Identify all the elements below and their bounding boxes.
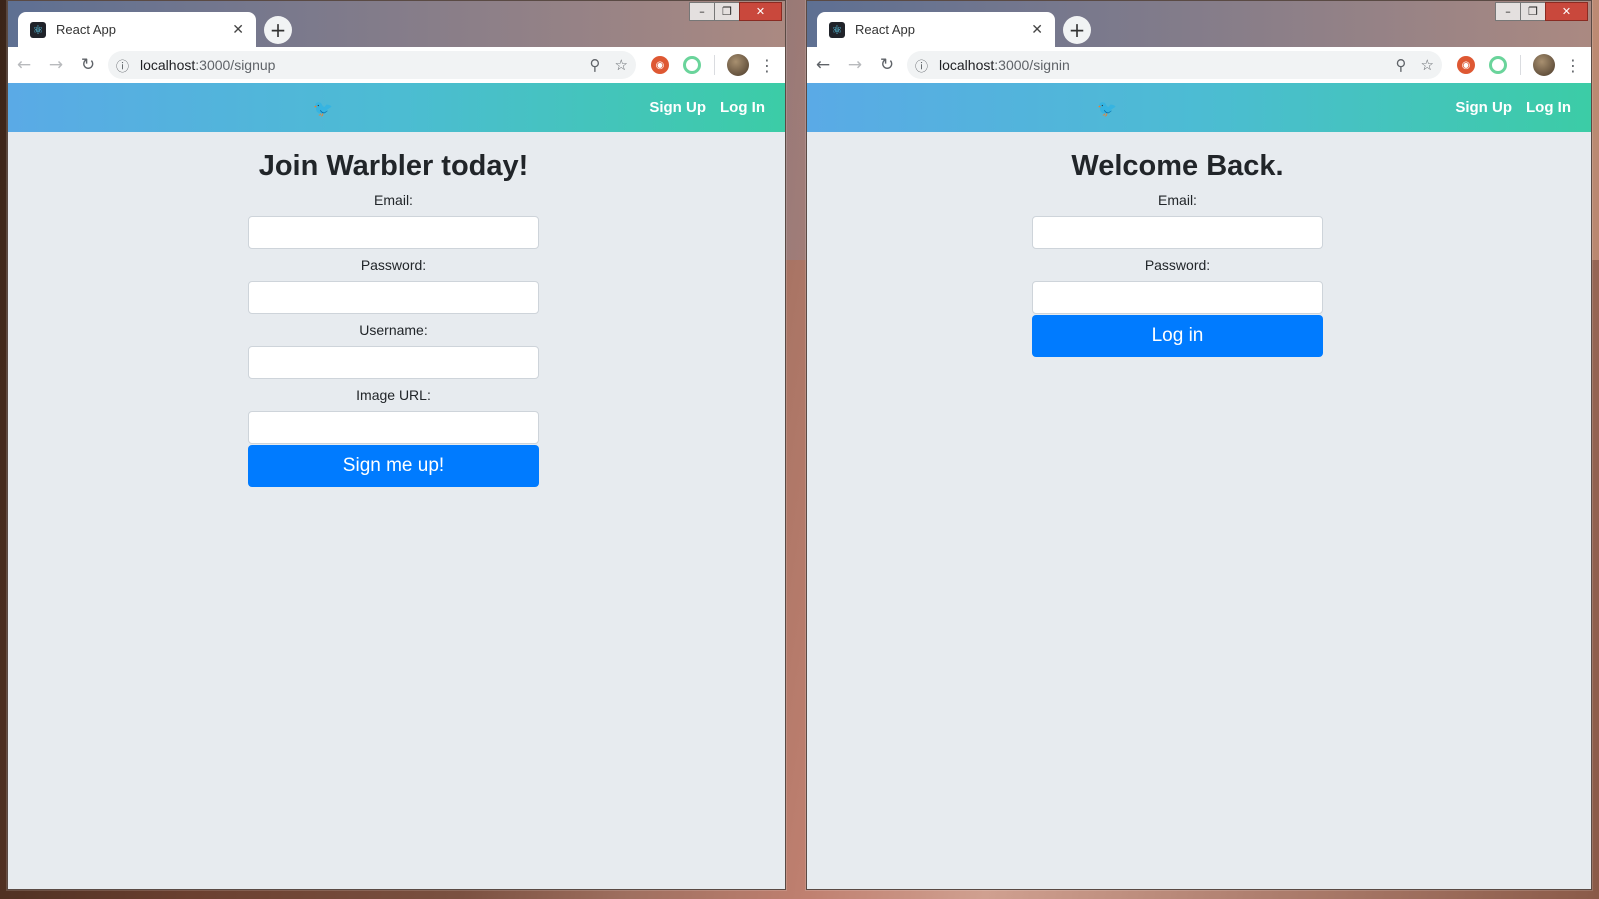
forward-arrow-icon[interactable]: → <box>839 49 871 81</box>
email-field[interactable] <box>248 216 539 249</box>
nav-signup-link[interactable]: Sign Up <box>1455 99 1512 116</box>
reload-icon[interactable]: ↻ <box>72 49 104 81</box>
toolbar-divider <box>714 55 715 75</box>
email-label: Email: <box>1158 192 1197 208</box>
browser-window-signup: ⚛ React App ✕ + – ❐ ✕ ← → ↻ ⓘ localhost:… <box>7 0 786 890</box>
extension-icon[interactable] <box>683 56 701 74</box>
tab-title: React App <box>56 22 116 37</box>
react-favicon-icon: ⚛ <box>30 21 46 38</box>
nav-signup-link[interactable]: Sign Up <box>649 99 706 116</box>
signup-button[interactable]: Sign me up! <box>248 445 539 487</box>
duckduckgo-extension-icon[interactable]: ◉ <box>1457 56 1475 74</box>
window-controls: – ❐ ✕ <box>689 2 782 21</box>
zoom-icon[interactable]: ⚲ <box>1396 56 1407 74</box>
close-window-button[interactable]: ✕ <box>739 2 782 21</box>
star-icon[interactable]: ☆ <box>1421 56 1434 74</box>
browser-tab[interactable]: ⚛ React App ✕ <box>817 12 1055 47</box>
minimize-button[interactable]: – <box>689 2 715 21</box>
profile-avatar[interactable] <box>1533 54 1555 76</box>
close-window-button[interactable]: ✕ <box>1545 2 1588 21</box>
url-text[interactable]: localhost:3000/signin <box>939 57 1382 73</box>
browser-window-signin: ⚛ React App ✕ + – ❐ ✕ ← → ↻ ⓘ localhost:… <box>806 0 1592 890</box>
page-viewport: 🐦 Sign Up Log In Welcome Back. Email: Pa… <box>807 83 1591 889</box>
browser-tab[interactable]: ⚛ React App ✕ <box>18 12 256 47</box>
nav-login-link[interactable]: Log In <box>720 99 765 116</box>
password-label: Password: <box>360 257 427 273</box>
app-navbar: 🐦 Sign Up Log In <box>8 83 785 132</box>
maximize-button[interactable]: ❐ <box>1520 2 1546 21</box>
url-text[interactable]: localhost:3000/signup <box>140 57 576 73</box>
form-heading: Join Warbler today! <box>258 150 529 182</box>
info-icon[interactable]: ⓘ <box>915 56 935 75</box>
tab-close-icon[interactable]: ✕ <box>1031 22 1043 38</box>
extension-icon[interactable] <box>1489 56 1507 74</box>
back-arrow-icon[interactable]: ← <box>807 49 839 81</box>
warbler-logo-icon[interactable]: 🐦 <box>1097 99 1117 118</box>
warbler-logo-icon[interactable]: 🐦 <box>313 99 333 118</box>
kebab-menu-icon[interactable]: ⋮ <box>755 56 779 75</box>
signup-form: Join Warbler today! Email: Password: Use… <box>248 148 539 487</box>
nav-links: Sign Up Log In <box>1455 99 1571 116</box>
maximize-button[interactable]: ❐ <box>714 2 740 21</box>
title-bar: ⚛ React App ✕ + – ❐ ✕ <box>807 1 1591 47</box>
react-favicon-icon: ⚛ <box>829 21 845 38</box>
star-icon[interactable]: ☆ <box>615 56 628 74</box>
profile-avatar[interactable] <box>727 54 749 76</box>
form-heading: Welcome Back. <box>1071 150 1284 182</box>
username-field[interactable] <box>248 346 539 379</box>
tab-title: React App <box>855 22 915 37</box>
password-label: Password: <box>1144 257 1211 273</box>
browser-toolbar: ← → ↻ ⓘ localhost:3000/signup ⚲ ☆ ◉ ⋮ <box>8 47 785 83</box>
email-field[interactable] <box>1032 216 1323 249</box>
new-tab-button[interactable]: + <box>1063 16 1091 44</box>
address-bar[interactable]: ⓘ localhost:3000/signin ⚲ ☆ <box>907 51 1442 79</box>
minimize-button[interactable]: – <box>1495 2 1521 21</box>
toolbar-divider <box>1520 55 1521 75</box>
login-button[interactable]: Log in <box>1032 315 1323 357</box>
zoom-icon[interactable]: ⚲ <box>590 56 601 74</box>
signin-form: Welcome Back. Email: Password: Log in <box>1032 148 1323 357</box>
nav-links: Sign Up Log In <box>649 99 765 116</box>
username-label: Username: <box>359 322 428 338</box>
app-navbar: 🐦 Sign Up Log In <box>807 83 1591 132</box>
back-arrow-icon[interactable]: ← <box>8 49 40 81</box>
info-icon[interactable]: ⓘ <box>116 56 136 75</box>
page-viewport: 🐦 Sign Up Log In Join Warbler today! Ema… <box>8 83 785 889</box>
nav-login-link[interactable]: Log In <box>1526 99 1571 116</box>
tab-close-icon[interactable]: ✕ <box>232 22 244 38</box>
kebab-menu-icon[interactable]: ⋮ <box>1561 56 1585 75</box>
browser-toolbar: ← → ↻ ⓘ localhost:3000/signin ⚲ ☆ ◉ ⋮ <box>807 47 1591 83</box>
title-bar: ⚛ React App ✕ + – ❐ ✕ <box>8 1 785 47</box>
email-label: Email: <box>374 192 413 208</box>
reload-icon[interactable]: ↻ <box>871 49 903 81</box>
window-controls: – ❐ ✕ <box>1495 2 1588 21</box>
password-field[interactable] <box>1032 281 1323 314</box>
image-url-field[interactable] <box>248 411 539 444</box>
image-url-label: Image URL: <box>356 387 431 403</box>
password-field[interactable] <box>248 281 539 314</box>
new-tab-button[interactable]: + <box>264 16 292 44</box>
duckduckgo-extension-icon[interactable]: ◉ <box>651 56 669 74</box>
address-bar[interactable]: ⓘ localhost:3000/signup ⚲ ☆ <box>108 51 636 79</box>
forward-arrow-icon[interactable]: → <box>40 49 72 81</box>
